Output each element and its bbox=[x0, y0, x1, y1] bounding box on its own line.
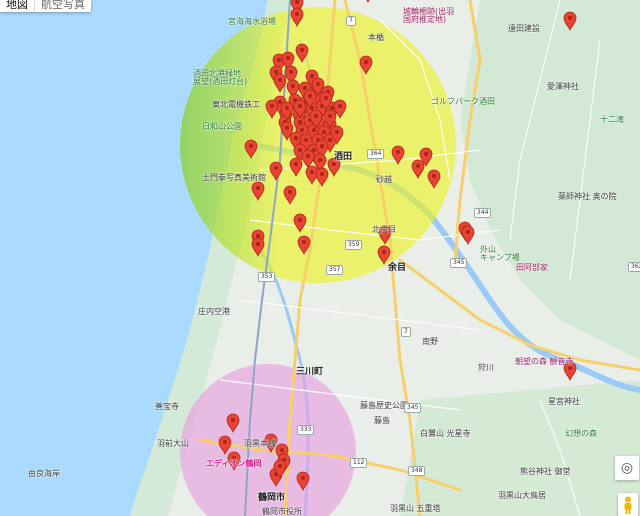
route-shield: 345 bbox=[404, 403, 422, 413]
label-tagawabe: 田阿部家 bbox=[516, 263, 548, 272]
location-marker-icon[interactable] bbox=[461, 225, 475, 246]
label-hommachi: 本楯 bbox=[368, 33, 384, 42]
label-kumano: 熊谷神社 御堂 bbox=[520, 467, 571, 476]
label-kibou: 朝望の森 観音寺 bbox=[515, 357, 574, 366]
label-park-north: 酒田北港緑地 展望(酒田灯台) bbox=[193, 69, 248, 86]
label-shiraiwa: 白鷺山 光星寺 bbox=[420, 429, 471, 438]
label-ichinomiya: 十二滝 bbox=[600, 115, 624, 124]
route-shield: 345 bbox=[450, 258, 468, 268]
label-amarume: 余目 bbox=[388, 263, 407, 273]
route-shield: 362 bbox=[628, 262, 640, 272]
label-nanno: 南野 bbox=[422, 337, 438, 346]
map-base bbox=[0, 0, 640, 516]
route-shield: 348 bbox=[408, 466, 426, 476]
label-zenyo: 善宝寺 bbox=[155, 402, 179, 411]
street-view-pegman[interactable] bbox=[618, 493, 638, 516]
label-sakata: 酒田 bbox=[334, 152, 353, 162]
label-kanishi: 幻想の森 bbox=[565, 429, 597, 438]
location-marker-icon[interactable] bbox=[362, 0, 374, 4]
route-shield: 364 bbox=[367, 149, 385, 159]
label-mikawa: 三川町 bbox=[296, 367, 324, 377]
map-type-control[interactable]: 地図 航空写真 bbox=[0, 0, 91, 12]
route-shield: 112 bbox=[350, 458, 368, 468]
location-crosshair-icon: ◎ bbox=[620, 460, 634, 476]
label-shishimori: 羽黒本線 bbox=[244, 439, 276, 448]
route-shield: 353 bbox=[258, 272, 276, 282]
label-golf: ゴルフパーク酒田 bbox=[431, 97, 495, 106]
label-yamazaki: 羽黒山 五重塔 bbox=[390, 504, 441, 513]
label-aquarium: 宮海海水浴場 bbox=[228, 17, 276, 26]
route-shield: 357 bbox=[326, 265, 344, 275]
label-domon: 土門拳写真美術館 bbox=[202, 173, 266, 182]
label-tsuruoka-city: 鶴岡市役所 bbox=[262, 507, 302, 516]
label-sunagoshi: 砂越 bbox=[376, 175, 392, 184]
label-kitaamarume: 北余目 bbox=[372, 225, 396, 234]
route-shield: 333 bbox=[297, 425, 315, 435]
label-jonowa: 城輪柵跡(出羽 国府推定地) bbox=[403, 7, 455, 24]
label-yunohama: 由良海岸 bbox=[28, 469, 60, 478]
my-location-button[interactable]: ◎ bbox=[615, 456, 639, 480]
label-karakawa: 遠田建設 bbox=[508, 24, 540, 33]
label-fujishima: 藤島歴史公園 bbox=[360, 401, 408, 410]
label-tohoku: 東北電機鉄工 bbox=[212, 100, 260, 109]
label-sotoyama: 外山 キャンプ場 bbox=[480, 245, 520, 262]
pegman-icon bbox=[624, 496, 632, 514]
route-shield: 359 bbox=[345, 240, 363, 250]
map-type-satellite-button[interactable]: 航空写真 bbox=[34, 0, 91, 12]
map-type-map-button[interactable]: 地図 bbox=[0, 0, 34, 12]
label-kumagai: 羽黒山大鳥居 bbox=[498, 491, 546, 500]
map-canvas[interactable]: 地図 航空写真 宮海海水浴場 本楯 城輪柵跡(出羽 国府推定地) 酒田北港緑地 … bbox=[0, 0, 640, 516]
label-tsuruoka: 鶴岡市 bbox=[258, 493, 286, 503]
label-fujishima2: 藤島 bbox=[374, 416, 390, 425]
label-hiyoriyama: 日和山公園 bbox=[202, 122, 242, 131]
route-shield: 7 bbox=[401, 327, 411, 337]
label-hoshi: 星宮神社 bbox=[548, 397, 580, 406]
label-yakushi: 薬師神社 奥の院 bbox=[558, 192, 617, 201]
label-ehime: エディオン鶴岡 bbox=[206, 459, 262, 468]
label-minato: 庄内空港 bbox=[198, 307, 230, 316]
mountain-area bbox=[460, 0, 640, 360]
label-kano: 狩川 bbox=[478, 363, 494, 372]
label-haguro: 羽前大山 bbox=[157, 439, 189, 448]
route-shield: 7 bbox=[346, 16, 356, 26]
label-aizawa: 愛澤神社 bbox=[547, 82, 579, 91]
route-shield: 344 bbox=[474, 208, 492, 218]
